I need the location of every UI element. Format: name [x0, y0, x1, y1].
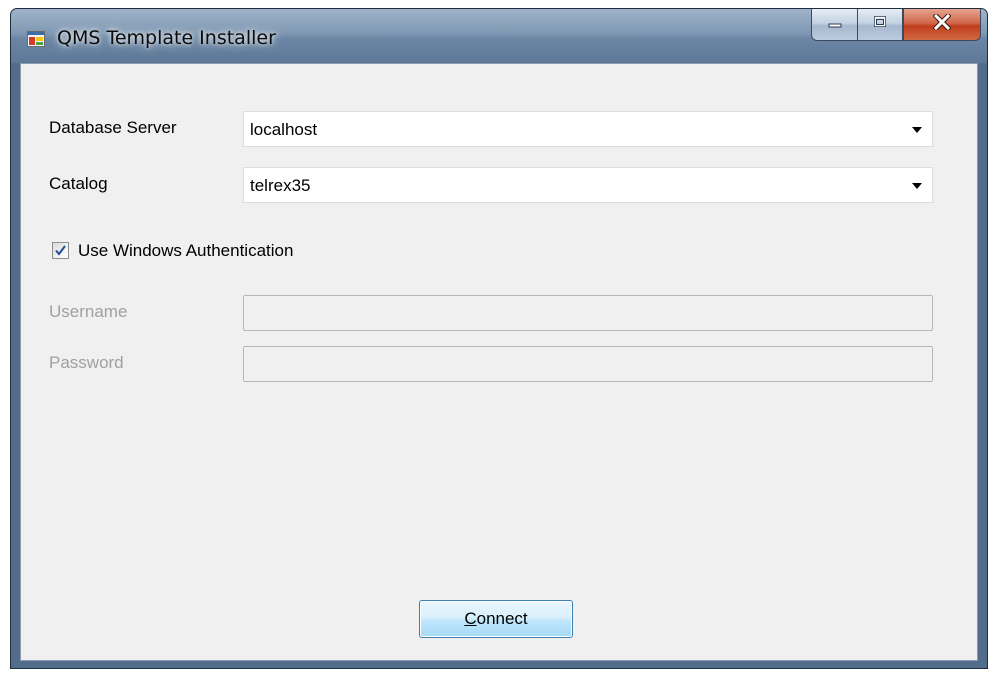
username-label: Username: [49, 302, 128, 321]
catalog-combobox[interactable]: telrex35: [243, 167, 933, 203]
password-label: Password: [49, 353, 124, 372]
database-server-label: Database Server: [49, 118, 177, 137]
app-window-icon[interactable]: [27, 31, 45, 47]
maximize-button[interactable]: [857, 9, 903, 41]
dropdown-arrow-icon[interactable]: [912, 183, 922, 189]
catalog-value: telrex35: [250, 176, 311, 195]
connect-accelerator: C: [464, 609, 477, 628]
app-window: QMS Template Installer Database Server l…: [10, 8, 988, 669]
database-server-combobox[interactable]: localhost: [243, 111, 933, 147]
dropdown-arrow-icon[interactable]: [912, 127, 922, 133]
caption-buttons: [811, 9, 981, 41]
maximize-icon: [872, 15, 888, 34]
connect-button[interactable]: Connect: [419, 600, 573, 638]
close-button[interactable]: [903, 9, 981, 41]
database-server-value: localhost: [250, 120, 318, 139]
windows-auth-checkbox[interactable]: [52, 242, 69, 259]
minimize-icon: [827, 16, 843, 34]
checkmark-icon: [55, 245, 66, 256]
window-title: QMS Template Installer: [57, 27, 276, 49]
connect-label: onnect: [476, 609, 528, 628]
title-bar[interactable]: QMS Template Installer: [11, 9, 987, 63]
client-area: Database Server localhost Catalog telrex…: [20, 63, 978, 661]
close-icon: [932, 12, 952, 35]
windows-auth-label[interactable]: Use Windows Authentication: [78, 241, 293, 261]
password-field[interactable]: [243, 346, 933, 382]
minimize-button[interactable]: [811, 9, 857, 41]
catalog-label: Catalog: [49, 174, 108, 193]
username-field[interactable]: [243, 295, 933, 331]
